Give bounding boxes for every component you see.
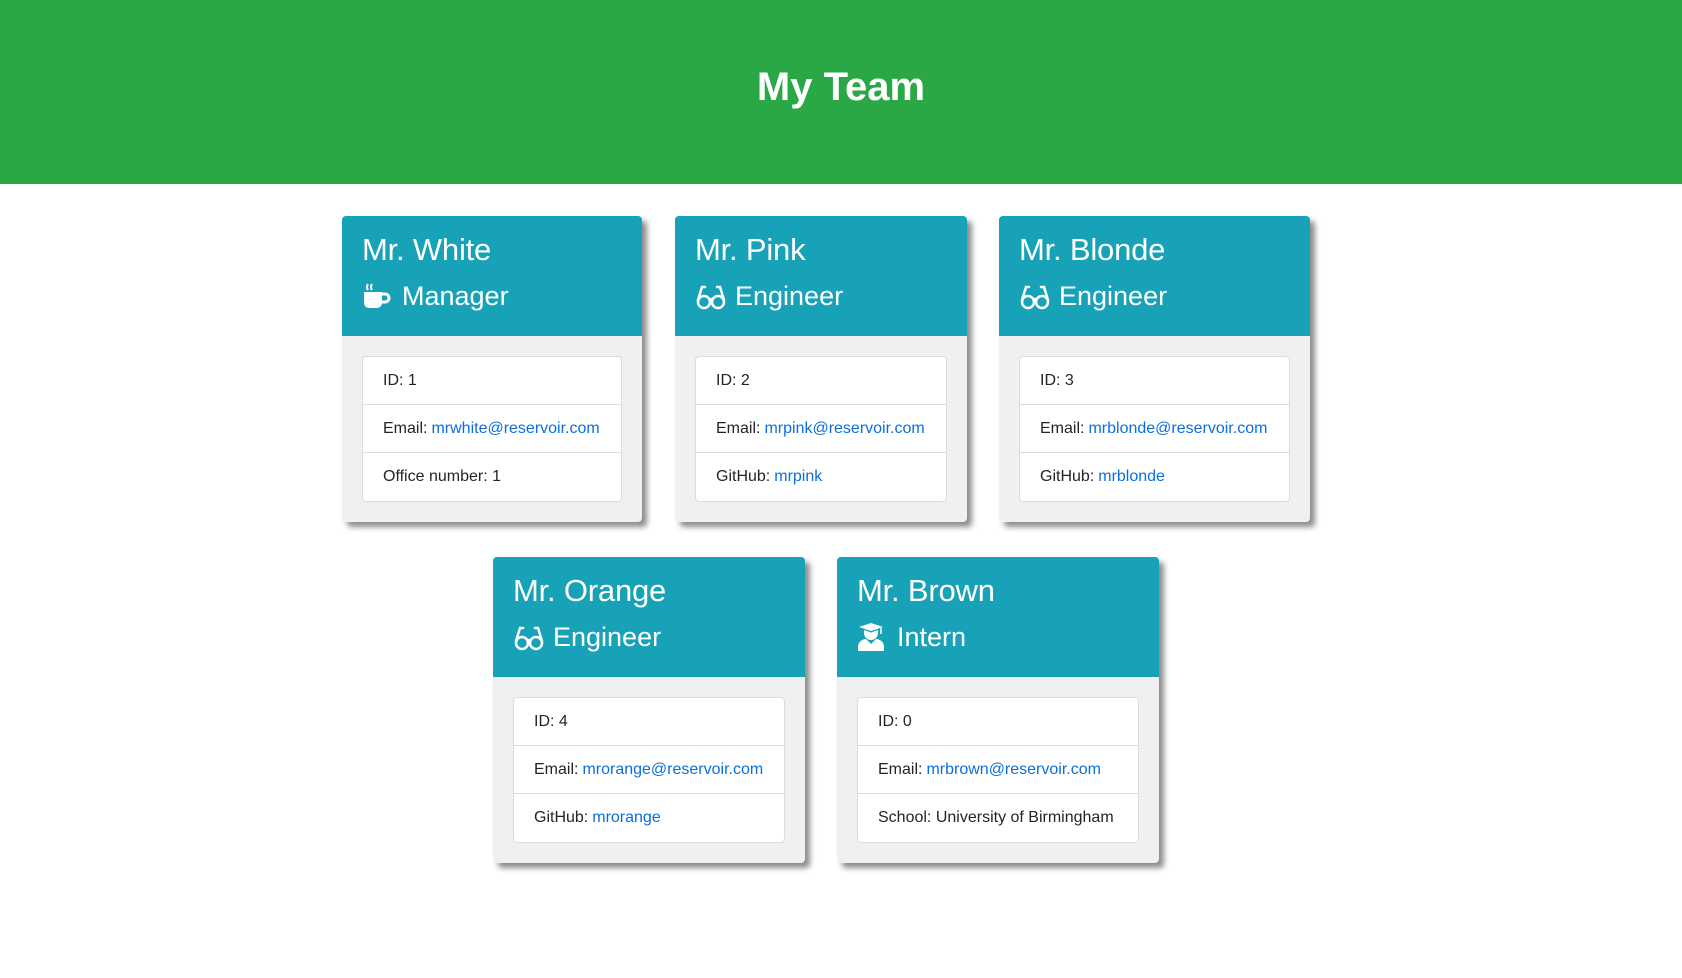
employee-details: ID: 1 Email: mrwhite@reservoir.com Offic… [362,356,622,502]
employee-role-label: Engineer [553,622,662,652]
github-link[interactable]: mrpink [774,468,822,486]
team-container: Mr. White Manager ID: 1 Email: mrwhite@r… [0,184,1682,978]
employee-card-intern: Mr. Brown Intern ID: 0 Email: mrbrown@re… [837,557,1159,863]
coffee-icon [362,281,394,311]
page-title: My Team [756,64,926,109]
github-link[interactable]: mrblonde [1098,468,1165,486]
email-link[interactable]: mrorange@reservoir.com [582,761,763,779]
employee-github: GitHub: mrblonde [1040,468,1165,486]
email-link[interactable]: mrbrown@reservoir.com [926,761,1101,779]
card-header: Mr. Blonde Engineer [999,216,1310,336]
employee-name: Mr. Brown [857,573,995,608]
employee-name: Mr. White [362,232,492,267]
employee-id: ID: 1 [363,357,621,405]
employee-id-value: 0 [902,712,912,730]
office-number-value: 1 [492,468,501,485]
employee-id: ID: 0 [858,698,1138,746]
employee-details: ID: 2 Email: mrpink@reservoir.com GitHub… [695,356,947,502]
employee-name: Mr. Blonde [1019,232,1166,267]
card-body: ID: 3 Email: mrblonde@reservoir.com GitH… [999,336,1310,522]
card-body: ID: 1 Email: mrwhite@reservoir.com Offic… [342,336,642,522]
employee-email: Email: mrwhite@reservoir.com [363,405,621,453]
card-header: Mr. Brown Intern [837,557,1159,677]
page-header: My Team [0,0,1682,184]
glasses-icon [513,622,545,652]
employee-role-label: Manager [402,281,509,311]
employee-id-value: 1 [407,371,417,389]
employee-role: Engineer [1019,278,1290,314]
email-link[interactable]: mrblonde@reservoir.com [1088,420,1267,438]
employee-email: Email: mrblonde@reservoir.com [1020,405,1289,453]
employee-name: Mr. Orange [513,573,667,608]
employee-id: ID: 3 [1020,357,1289,405]
employee-id: ID: 4 [514,698,784,746]
card-header: Mr. Pink Engineer [675,216,967,336]
employee-id: ID: 2 [696,357,946,405]
card-header: Mr. Orange Engineer [493,557,805,677]
employee-email: Email: mrpink@reservoir.com [696,405,946,453]
employee-office-number: Office number: 1 [383,468,501,485]
glasses-icon [695,281,727,311]
school-value: University of Birmingham [935,809,1114,826]
card-body: ID: 2 Email: mrpink@reservoir.com GitHub… [675,336,967,522]
employee-card-engineer: Mr. Pink Engineer ID: 2 Email: mrpink@re… [675,216,967,522]
employee-role: Intern [857,619,1139,655]
employee-github: GitHub: mrorange [534,809,661,827]
employee-id-value: 2 [740,371,750,389]
card-body: ID: 0 Email: mrbrown@reservoir.com Schoo… [837,677,1159,863]
employee-role-label: Engineer [735,281,844,311]
employee-role: Engineer [513,619,785,655]
github-link[interactable]: mrorange [592,809,660,827]
employee-details: ID: 3 Email: mrblonde@reservoir.com GitH… [1019,356,1290,502]
employee-name: Mr. Pink [695,232,806,267]
employee-details: ID: 4 Email: mrorange@reservoir.com GitH… [513,697,785,843]
email-link[interactable]: mrwhite@reservoir.com [431,420,599,438]
employee-card-manager: Mr. White Manager ID: 1 Email: mrwhite@r… [342,216,642,522]
employee-card-engineer: Mr. Orange Engineer ID: 4 Email: mrorang… [493,557,805,863]
email-link[interactable]: mrpink@reservoir.com [764,420,924,438]
employee-github: GitHub: mrpink [716,468,823,486]
employee-id-value: 3 [1064,371,1074,389]
employee-email: Email: mrbrown@reservoir.com [858,746,1138,794]
employee-role: Engineer [695,278,947,314]
employee-role-label: Engineer [1059,281,1168,311]
employee-details: ID: 0 Email: mrbrown@reservoir.com Schoo… [857,697,1139,843]
glasses-icon [1019,281,1051,311]
employee-school: School: University of Birmingham [878,809,1114,826]
employee-card-engineer: Mr. Blonde Engineer ID: 3 Email: mrblond… [999,216,1310,522]
employee-role-label: Intern [897,622,967,652]
employee-role: Manager [362,278,622,314]
employee-id-value: 4 [558,712,568,730]
employee-email: Email: mrorange@reservoir.com [514,746,784,794]
card-header: Mr. White Manager [342,216,642,336]
card-body: ID: 4 Email: mrorange@reservoir.com GitH… [493,677,805,863]
graduate-icon [857,622,889,652]
